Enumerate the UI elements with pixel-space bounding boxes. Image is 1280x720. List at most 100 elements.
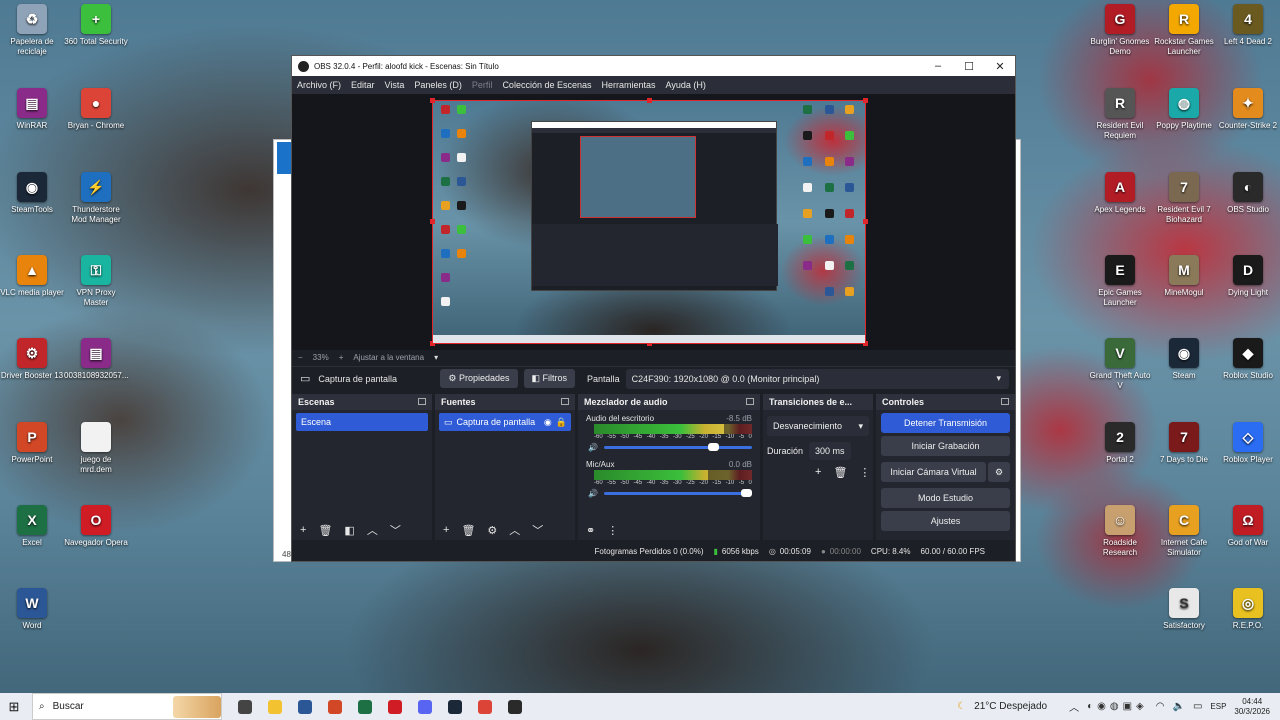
language[interactable]: ESP: [1210, 702, 1226, 711]
move-down-icon[interactable]: ﹀: [390, 522, 401, 538]
weather[interactable]: 21°C Despejado: [974, 701, 1047, 712]
trash-icon[interactable]: 🗑: [461, 524, 475, 537]
battery-icon[interactable]: ▭: [1193, 701, 1202, 712]
desktop-icon[interactable]: R Resident Evil Requiem: [1088, 88, 1152, 141]
desktop-icon[interactable]: 7 Resident Evil 7 Biohazard: [1152, 172, 1216, 225]
desktop-icon[interactable]: V Grand Theft Auto V: [1088, 338, 1152, 391]
resize-handle[interactable]: [863, 219, 868, 224]
obs-window[interactable]: OBS 32.0.4 - Perfil: aloofd kick - Escen…: [291, 55, 1016, 562]
desktop-icon[interactable]: ◐ OBS Studio: [1216, 172, 1280, 215]
more-icon[interactable]: ⋮: [859, 466, 870, 479]
desktop-icon[interactable]: 2 Portal 2: [1088, 422, 1152, 465]
transition-select[interactable]: Desvanecimiento ▾: [767, 416, 869, 436]
filter-icon[interactable]: ◧: [344, 524, 354, 537]
task-view-icon[interactable]: [230, 693, 260, 720]
desktop-icon[interactable]: A Apex Legends: [1088, 172, 1152, 215]
trash-icon[interactable]: 🗑: [318, 524, 332, 537]
speaker-icon[interactable]: 🔊: [588, 443, 598, 452]
desktop-icon[interactable]: ⚡ Thunderstore Mod Manager: [64, 172, 128, 225]
move-down-icon[interactable]: ﹀: [532, 522, 543, 538]
desktop-icon[interactable]: ⚙ Driver Booster 13: [0, 338, 64, 381]
slider-handle[interactable]: [741, 489, 752, 497]
search-box[interactable]: ⌕ Buscar: [32, 693, 222, 720]
screen-select[interactable]: C24F390: 1920x1080 @ 0.0 (Monitor princi…: [625, 368, 1009, 389]
desktop-icon[interactable]: ◉ Steam: [1152, 338, 1216, 381]
desktop-icon[interactable]: ◇ Roblox Player: [1216, 422, 1280, 465]
menu-item[interactable]: Editar: [346, 80, 380, 90]
properties-button[interactable]: ⚙ Propiedades: [440, 369, 518, 388]
more-icon[interactable]: ⋮: [607, 524, 618, 537]
add-icon[interactable]: +: [443, 524, 449, 536]
desktop-icon[interactable]: +360 Total Security: [64, 4, 128, 47]
link-icon[interactable]: ⚭: [586, 524, 595, 537]
eye-icon[interactable]: ◉: [544, 417, 552, 428]
close-button[interactable]: ✕: [985, 56, 1015, 76]
minimize-button[interactable]: –: [923, 56, 953, 76]
menu-item[interactable]: Herramientas: [597, 80, 661, 90]
settings-button[interactable]: Ajustes: [881, 511, 1010, 531]
filters-button[interactable]: ◧ Filtros: [523, 369, 576, 388]
desktop-icon[interactable]: 4 Left 4 Dead 2: [1216, 4, 1280, 47]
lock-icon[interactable]: 🔒: [556, 417, 567, 428]
studio-mode-button[interactable]: Modo Estudio: [881, 488, 1010, 508]
resize-handle[interactable]: [863, 98, 868, 103]
file-explorer-icon[interactable]: [260, 693, 290, 720]
desktop-icon[interactable]: 7 7 Days to Die: [1152, 422, 1216, 465]
desktop-icon[interactable]: ◍ Poppy Playtime: [1152, 88, 1216, 131]
desktop-icon[interactable]: P PowerPoint: [0, 422, 64, 465]
desktop-icon[interactable]: ▤ 0038108932057...: [64, 338, 129, 381]
speaker-icon[interactable]: 🔊: [588, 489, 598, 498]
obs-icon[interactable]: [500, 693, 530, 720]
word-icon[interactable]: [290, 693, 320, 720]
desktop-icon[interactable]: O Navegador Opera: [64, 505, 128, 548]
desktop-icon[interactable]: ◎ R.E.P.O.: [1216, 588, 1280, 631]
desktop-icon[interactable]: ♻ Papelera de reciclaje: [0, 4, 64, 57]
desktop-icon[interactable]: R Rockstar Games Launcher: [1152, 4, 1216, 57]
resize-handle[interactable]: [430, 98, 435, 103]
opera-icon[interactable]: [380, 693, 410, 720]
virtual-camera-button[interactable]: Iniciar Cámara Virtual: [881, 462, 986, 482]
desktop-icon[interactable]: W Word: [0, 588, 64, 631]
clock[interactable]: 04:44 30/3/2026: [1234, 697, 1270, 717]
desktop-icon[interactable]: Ω God of War: [1216, 505, 1280, 548]
preview-area[interactable]: [292, 94, 1015, 350]
add-icon[interactable]: +: [815, 466, 821, 479]
add-icon[interactable]: +: [300, 524, 306, 536]
tray-icons[interactable]: ◐◉◍▣◈: [1087, 701, 1148, 712]
move-up-icon[interactable]: ︿: [509, 522, 520, 538]
start-recording-button[interactable]: Iniciar Grabación: [881, 436, 1010, 456]
desktop-icon[interactable]: ◉ SteamTools: [0, 172, 64, 215]
menu-item[interactable]: Archivo (F): [292, 80, 346, 90]
desktop-icon[interactable]: E Epic Games Launcher: [1088, 255, 1152, 308]
desktop-icon[interactable]: ⚿ VPN Proxy Master: [64, 255, 128, 308]
desktop-icon[interactable]: C Internet Cafe Simulator: [1152, 505, 1216, 558]
menu-item[interactable]: Ayuda (H): [661, 80, 711, 90]
desktop-icon[interactable]: ● Bryan - Chrome: [64, 88, 128, 131]
resize-handle[interactable]: [647, 98, 652, 103]
move-up-icon[interactable]: ︿: [367, 522, 378, 538]
tray-chevron-icon[interactable]: ︿: [1069, 699, 1079, 714]
resize-handle[interactable]: [430, 219, 435, 224]
volume-icon[interactable]: 🔈: [1172, 701, 1184, 712]
chevron-down-icon[interactable]: ▾: [434, 353, 438, 362]
menu-item[interactable]: Colección de Escenas: [497, 80, 596, 90]
desktop-icon[interactable]: X Excel: [0, 505, 64, 548]
slider-handle[interactable]: [708, 443, 720, 451]
desktop-icon[interactable]: S Satisfactory: [1152, 588, 1216, 631]
trash-icon[interactable]: 🗑: [833, 466, 847, 479]
desktop-icon[interactable]: ◆ Roblox Studio: [1216, 338, 1280, 381]
title-bar[interactable]: OBS 32.0.4 - Perfil: aloofd kick - Escen…: [292, 56, 1015, 76]
desktop-icon[interactable]: ▲ VLC media player: [0, 255, 64, 298]
excel-icon[interactable]: [350, 693, 380, 720]
desktop-icon[interactable]: M MineMogul: [1152, 255, 1216, 298]
maximize-button[interactable]: ☐: [954, 56, 984, 76]
gear-icon[interactable]: ⚙: [487, 524, 497, 537]
menu-item[interactable]: Perfil: [467, 80, 498, 90]
desktop-icon[interactable]: D Dying Light: [1216, 255, 1280, 298]
start-button[interactable]: ⊞: [0, 693, 28, 720]
discord-icon[interactable]: [410, 693, 440, 720]
stop-streaming-button[interactable]: Detener Transmisión: [881, 413, 1010, 433]
zoom-in-button[interactable]: +: [339, 353, 344, 362]
desktop-icon[interactable]: G Burglin' Gnomes Demo: [1088, 4, 1152, 57]
preview-source-frame[interactable]: [430, 98, 868, 346]
